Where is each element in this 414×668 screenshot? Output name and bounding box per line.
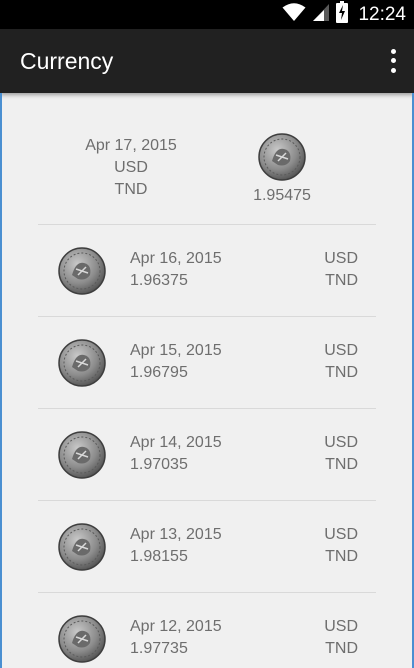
- row-from-currency: USD: [324, 618, 358, 635]
- row-to-currency: TND: [325, 364, 358, 381]
- row-to-currency: TND: [325, 272, 358, 289]
- signal-icon: [312, 2, 330, 27]
- app-screen: 12:24 Currency Apr 17, 2015 USD TND 1.95…: [0, 0, 414, 668]
- more-vertical-icon[interactable]: [386, 47, 400, 75]
- row-to-currency: TND: [325, 548, 358, 565]
- row-date-rate: Apr 16, 2015 1.96375: [130, 248, 222, 292]
- coin-icon: [58, 523, 106, 571]
- coin-icon: [58, 431, 106, 479]
- coin-icon: [58, 339, 106, 387]
- row-currency-pair: USD TND: [324, 616, 358, 660]
- row-currency-pair: USD TND: [324, 248, 358, 292]
- app-bar: Currency: [0, 29, 414, 93]
- battery-charging-icon: [336, 1, 349, 28]
- list-item[interactable]: Apr 16, 2015 1.96375 USD TND: [38, 225, 376, 317]
- row-to-currency: TND: [325, 456, 358, 473]
- row-from-currency: USD: [324, 250, 358, 267]
- row-currency-pair: USD TND: [324, 524, 358, 568]
- app-title: Currency: [20, 48, 114, 74]
- featured-info: Apr 17, 2015 USD TND: [38, 135, 224, 201]
- status-icons: 12:24: [282, 0, 406, 29]
- list-item[interactable]: Apr 15, 2015 1.96795 USD TND: [38, 317, 376, 409]
- row-date: Apr 14, 2015: [130, 434, 222, 451]
- coin-icon: [258, 133, 306, 181]
- coin-icon: [58, 615, 106, 663]
- row-rate: 1.98155: [130, 548, 188, 565]
- row-currency-pair: USD TND: [324, 432, 358, 476]
- row-rate: 1.96375: [130, 272, 188, 289]
- rate-list[interactable]: Apr 17, 2015 USD TND 1.95475 Apr 16, 201…: [2, 93, 412, 668]
- status-bar: 12:24: [0, 0, 414, 29]
- row-to-currency: TND: [325, 640, 358, 657]
- featured-rate-card[interactable]: Apr 17, 2015 USD TND 1.95475: [38, 93, 376, 225]
- row-date: Apr 15, 2015: [130, 342, 222, 359]
- row-date: Apr 12, 2015: [130, 618, 222, 635]
- row-rate: 1.97735: [130, 640, 188, 657]
- featured-to-currency: TND: [114, 181, 148, 198]
- row-from-currency: USD: [324, 342, 358, 359]
- row-rate: 1.97035: [130, 456, 188, 473]
- row-from-currency: USD: [324, 526, 358, 543]
- list-item[interactable]: Apr 12, 2015 1.97735 USD TND: [38, 593, 376, 668]
- row-date-rate: Apr 13, 2015 1.98155: [130, 524, 222, 568]
- row-rate: 1.96795: [130, 364, 188, 381]
- coin-icon: [58, 247, 106, 295]
- row-from-currency: USD: [324, 434, 358, 451]
- list-item[interactable]: Apr 14, 2015 1.97035 USD TND: [38, 409, 376, 501]
- wifi-icon: [282, 2, 306, 27]
- featured-date: Apr 17, 2015: [85, 137, 177, 154]
- row-date-rate: Apr 15, 2015 1.96795: [130, 340, 222, 384]
- row-currency-pair: USD TND: [324, 340, 358, 384]
- featured-from-currency: USD: [114, 159, 148, 176]
- featured-rate-value: 1.95475: [253, 187, 311, 204]
- list-item[interactable]: Apr 13, 2015 1.98155 USD TND: [38, 501, 376, 593]
- row-date-rate: Apr 14, 2015 1.97035: [130, 432, 222, 476]
- row-date: Apr 13, 2015: [130, 526, 222, 543]
- row-date-rate: Apr 12, 2015 1.97735: [130, 616, 222, 660]
- row-date: Apr 16, 2015: [130, 250, 222, 267]
- status-time: 12:24: [358, 3, 406, 25]
